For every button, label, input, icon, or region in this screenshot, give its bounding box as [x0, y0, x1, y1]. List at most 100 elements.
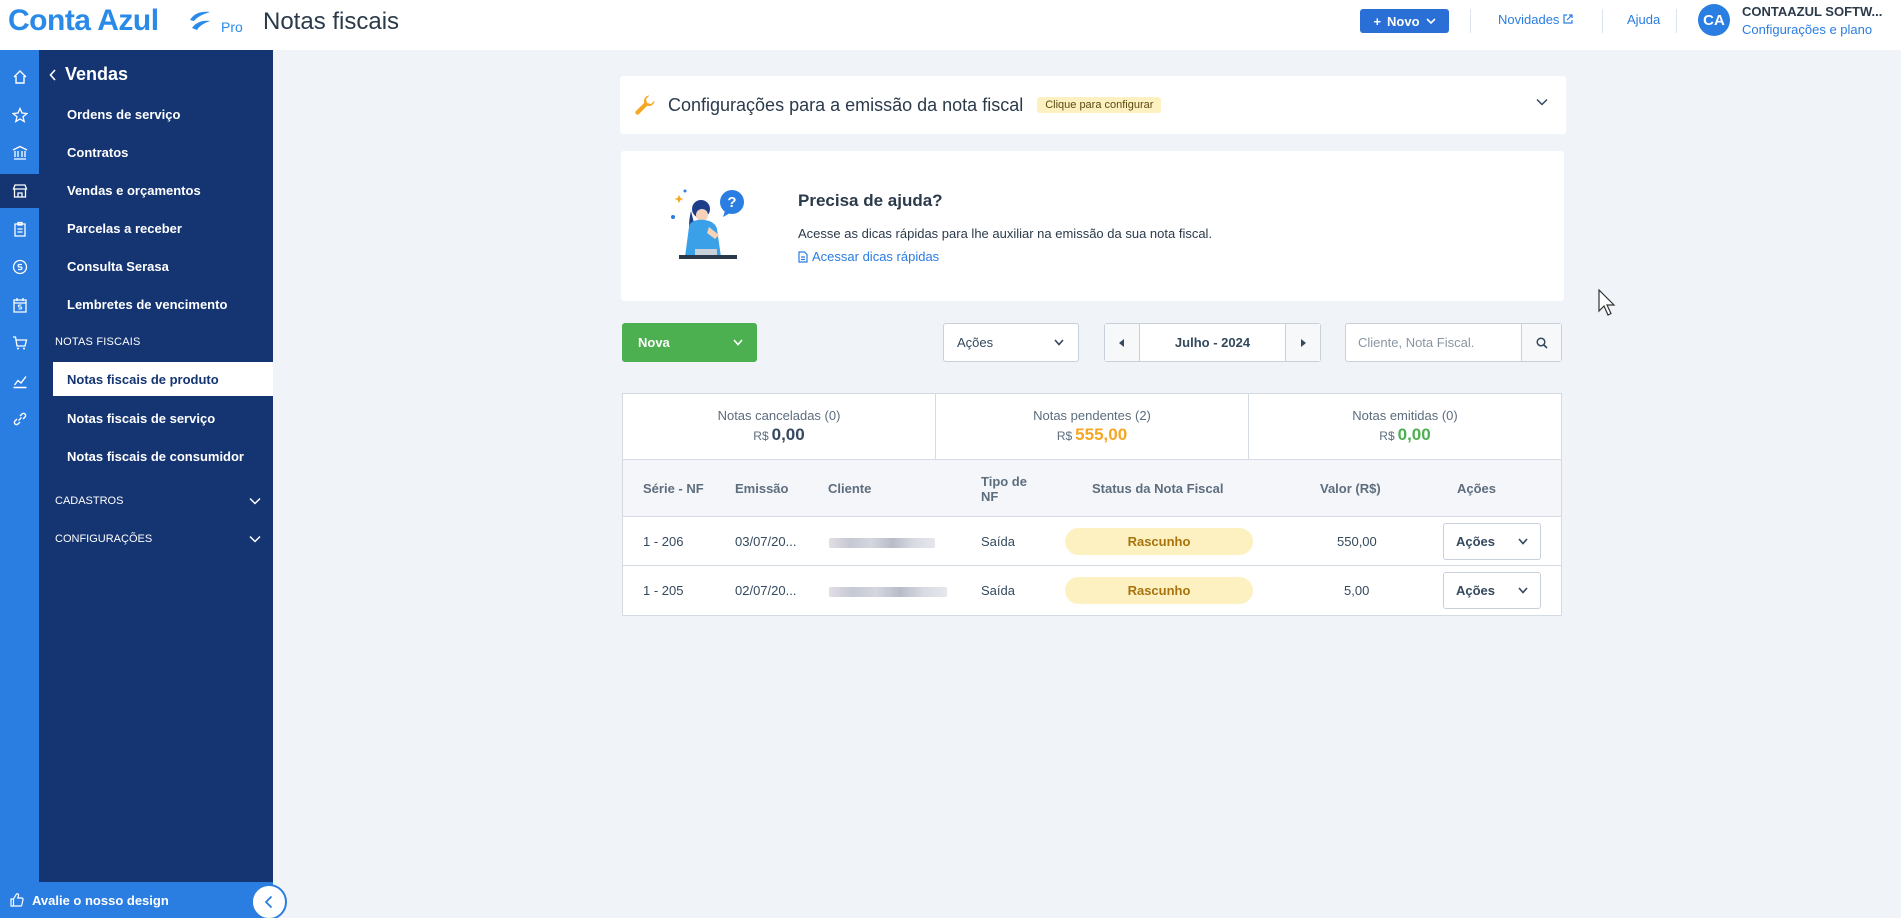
sidebar-item-consulta-serasa[interactable]: Consulta Serasa [67, 259, 169, 274]
next-month-button[interactable] [1286, 324, 1320, 361]
table-header: Série - NF Emissão Cliente Tipo de NF St… [623, 460, 1561, 517]
rail-purchases[interactable] [0, 326, 39, 360]
sidebar-item-parcelas-receber[interactable]: Parcelas a receber [67, 221, 182, 236]
summary-cancelled[interactable]: Notas canceladas (0) R$ 0,00 [623, 394, 936, 459]
sidebar-item-nf-consumidor[interactable]: Notas fiscais de consumidor [67, 449, 244, 464]
new-invoice-button[interactable]: Nova [622, 323, 757, 362]
avatar[interactable]: CA [1698, 4, 1730, 36]
rail-home[interactable] [0, 60, 39, 94]
search-button[interactable] [1521, 324, 1561, 361]
search-box [1345, 323, 1562, 362]
bulk-actions-label: Ações [957, 335, 994, 350]
chevron-left-icon [264, 895, 273, 909]
cell-valor: 5,00 [1344, 583, 1370, 598]
sidebar-section-cadastros[interactable]: CADASTROS [55, 495, 261, 507]
bank-icon [12, 145, 27, 160]
document-icon [798, 250, 808, 263]
rail-money[interactable] [0, 250, 39, 284]
config-badge[interactable]: Clique para configurar [1037, 97, 1162, 113]
caret-right-icon [1301, 338, 1306, 347]
rail-schedule[interactable] [0, 288, 39, 322]
cell-emissao: 03/07/20... [735, 534, 797, 549]
search-icon [1535, 336, 1548, 349]
news-link-label: Novidades [1498, 12, 1560, 27]
column-valor[interactable]: Valor (R$) [1320, 481, 1381, 496]
sidebar-item-ordens-servico[interactable]: Ordens de serviço [67, 107, 180, 122]
rail-reports[interactable] [0, 364, 39, 398]
help-link[interactable]: Ajuda [1627, 12, 1660, 27]
news-link[interactable]: Novidades [1498, 12, 1573, 27]
new-invoice-label: Nova [638, 335, 670, 350]
column-emissao[interactable]: Emissão [735, 481, 788, 496]
rail-services[interactable] [0, 212, 39, 246]
previous-month-button[interactable] [1105, 324, 1139, 361]
row-actions-label: Ações [1456, 583, 1496, 598]
row-actions-dropdown[interactable]: Ações [1443, 523, 1541, 560]
help-illustration-icon: ? [671, 189, 744, 259]
chevron-down-icon [249, 497, 261, 505]
sidebar-item-nf-produto[interactable]: Notas fiscais de produto [53, 362, 273, 396]
chevron-down-icon[interactable] [1536, 98, 1548, 106]
clipboard-icon [13, 221, 26, 237]
sidebar-item-lembretes[interactable]: Lembretes de vencimento [67, 297, 227, 312]
sidebar-back-vendas[interactable]: Vendas [49, 64, 128, 85]
invoice-config-card[interactable]: Configurações para a emissão da nota fis… [620, 76, 1566, 134]
sidebar-back-label: Vendas [65, 64, 129, 84]
rail-finance[interactable] [0, 136, 39, 170]
sidebar-item-contratos[interactable]: Contratos [67, 145, 128, 160]
logo-mark-icon [190, 11, 210, 30]
summary-pending[interactable]: Notas pendentes (2) R$ 555,00 [936, 394, 1249, 459]
rail-favorites[interactable] [0, 98, 39, 132]
column-cliente[interactable]: Cliente [828, 481, 871, 496]
summary-pending-amount: 555,00 [1075, 425, 1128, 444]
cart-icon [12, 336, 27, 350]
sidebar-collapse-button[interactable] [251, 884, 287, 918]
search-input[interactable] [1346, 324, 1521, 361]
column-tipo-line2: NF [981, 489, 999, 504]
quick-tips-link[interactable]: Acessar dicas rápidas [798, 249, 939, 264]
new-button[interactable]: + Novo [1360, 9, 1449, 33]
bulk-actions-dropdown[interactable]: Ações [943, 323, 1079, 362]
summary-currency: R$ [1056, 429, 1073, 443]
sidebar-section-cadastros-label: CADASTROS [55, 495, 124, 507]
wrench-icon [635, 95, 655, 115]
page-title: Notas fiscais [263, 8, 400, 35]
rail-integrations[interactable] [0, 402, 39, 436]
settings-plan-link[interactable]: Configurações e plano [1742, 22, 1872, 37]
brand-logo[interactable]: Conta Azul [8, 4, 159, 38]
sidebar-section-notas-fiscais: NOTAS FISCAIS [55, 336, 141, 348]
invoice-summary: Notas canceladas (0) R$ 0,00 Notas pende… [622, 393, 1562, 460]
rail-sales[interactable] [0, 174, 39, 208]
summary-issued-amount: 0,00 [1397, 425, 1431, 444]
summary-currency: R$ [1379, 429, 1395, 443]
table-row[interactable]: 1 - 206 03/07/20... Saída Rascunho 550,0… [623, 517, 1561, 566]
thumbs-up-icon [10, 893, 24, 907]
current-month-label[interactable]: Julho - 2024 [1139, 324, 1286, 361]
store-icon [12, 184, 27, 198]
column-tipo[interactable]: Tipo de NF [981, 474, 1027, 504]
row-actions-dropdown[interactable]: Ações [1443, 572, 1541, 609]
sidebar-item-nf-servico[interactable]: Notas fiscais de serviço [67, 411, 215, 426]
plus-icon: + [1373, 13, 1382, 29]
sidebar-item-vendas-orcamentos[interactable]: Vendas e orçamentos [67, 183, 201, 198]
summary-pending-label: Notas pendentes (2) [1033, 408, 1151, 423]
cell-tipo: Saída [981, 583, 1015, 598]
chevron-left-icon [49, 68, 56, 81]
company-name[interactable]: CONTAAZUL SOFTW... [1742, 4, 1882, 19]
feedback-label: Avalie o nosso design [32, 892, 169, 908]
summary-pending-value: R$ 555,00 [1057, 425, 1127, 445]
row-actions-label: Ações [1456, 534, 1496, 549]
feedback-button[interactable]: Avalie o nosso design [0, 882, 273, 918]
coin-icon [12, 259, 27, 275]
chart-icon [13, 376, 27, 389]
new-button-label: Novo [1387, 13, 1420, 29]
table-row[interactable]: 1 - 205 02/07/20... Saída Rascunho 5,00 … [623, 566, 1561, 615]
column-status[interactable]: Status da Nota Fiscal [1092, 481, 1223, 496]
calendar-money-icon [12, 298, 27, 313]
sidebar: Vendas Ordens de serviço Contratos Venda… [39, 50, 273, 882]
sidebar-section-configuracoes[interactable]: CONFIGURAÇÕES [55, 533, 261, 545]
status-badge: Rascunho [1065, 577, 1253, 604]
summary-issued[interactable]: Notas emitidas (0) R$ 0,00 [1249, 394, 1561, 459]
brand-tier: Pro [221, 19, 243, 35]
column-serie[interactable]: Série - NF [643, 481, 704, 496]
